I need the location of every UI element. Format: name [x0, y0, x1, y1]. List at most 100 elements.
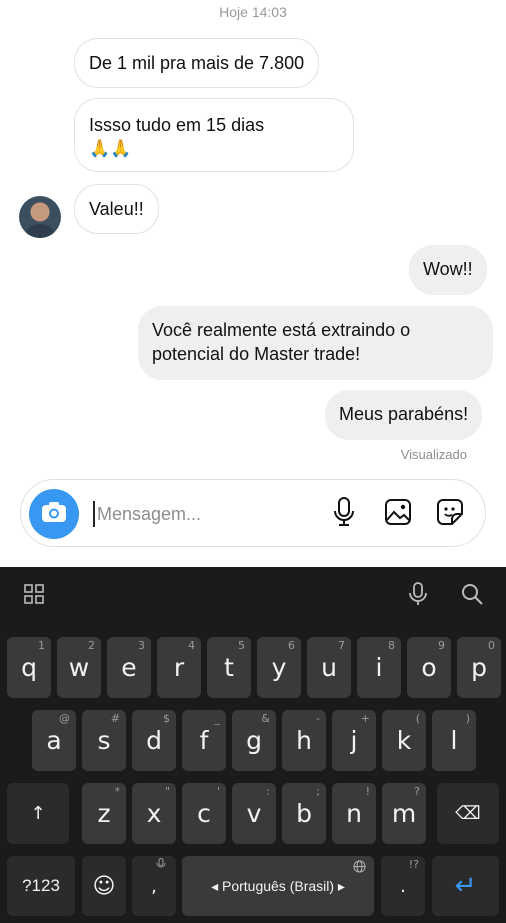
key-label: m [391, 799, 417, 828]
key-c[interactable]: ' c [182, 783, 226, 844]
sender-avatar[interactable] [19, 196, 61, 238]
key-hint: + [360, 712, 370, 725]
key-n[interactable]: ! n [332, 783, 376, 844]
key-q[interactable]: 1q [7, 637, 51, 698]
microphone-icon [333, 496, 355, 532]
gallery-button[interactable] [383, 498, 413, 529]
key-label: t [224, 653, 234, 682]
message-bubble-received[interactable]: Valeu!! [74, 184, 159, 234]
key-w[interactable]: 2w [57, 637, 101, 698]
key-label: q [21, 653, 37, 682]
key-u[interactable]: 7u [307, 637, 351, 698]
microphone-button[interactable] [329, 496, 359, 532]
key-f[interactable]: _ f [182, 710, 226, 771]
key-hint: @ [59, 712, 70, 725]
key-r[interactable]: 4r [157, 637, 201, 698]
key-hint: 3 [138, 639, 145, 652]
comma-label: , [151, 875, 157, 897]
key-l[interactable]: ) l [432, 710, 476, 771]
key-g[interactable]: & g [232, 710, 276, 771]
key-m[interactable]: ? m [382, 783, 426, 844]
space-key[interactable]: ◂ Português (Brasil) ▸ [182, 856, 374, 916]
shift-key[interactable]: ↑ [7, 783, 69, 844]
key-hint: 0 [488, 639, 495, 652]
text-caret [93, 501, 95, 527]
key-hint: " [164, 785, 170, 798]
emoji-key[interactable]: ☺ [82, 856, 126, 916]
key-s[interactable]: # s [82, 710, 126, 771]
chat-timestamp: Hoje 14:03 [219, 4, 287, 20]
key-hint: - [316, 712, 320, 725]
key-p[interactable]: 0p [457, 637, 501, 698]
message-text: Issso tudo em 15 dias [89, 115, 265, 135]
key-v[interactable]: :v [232, 783, 276, 844]
key-t[interactable]: 5t [207, 637, 251, 698]
key-y[interactable]: 6y [257, 637, 301, 698]
message-bubble-received[interactable]: Issso tudo em 15 dias 🙏🙏 [74, 98, 354, 172]
apps-grid-button[interactable] [22, 583, 46, 609]
grid-icon [24, 583, 44, 609]
voice-input-button[interactable] [406, 581, 430, 611]
sticker-button[interactable] [435, 498, 465, 529]
key-label: e [121, 653, 137, 682]
key-hint: 8 [388, 639, 395, 652]
key-label: s [97, 726, 111, 755]
key-e[interactable]: 3e [107, 637, 151, 698]
message-text-line: Você realmente está extraindo o [152, 320, 411, 340]
symbols-key-label: ?123 [22, 876, 60, 895]
key-k[interactable]: (k [382, 710, 426, 771]
key-i[interactable]: 8i [357, 637, 401, 698]
message-bubble-sent[interactable]: Meus parabéns! [325, 390, 483, 440]
key-label: d [146, 726, 162, 755]
message-bubble-sent[interactable]: Wow!! [409, 245, 487, 295]
key-label: g [246, 726, 262, 755]
key-label: v [246, 799, 262, 828]
seen-status: Visualizado [400, 447, 467, 462]
enter-icon: ↵ [454, 871, 477, 901]
message-bubble-received[interactable]: De 1 mil pra mais de 7.800 [74, 38, 320, 88]
key-label: h [296, 726, 312, 755]
camera-button[interactable] [29, 489, 79, 539]
key-hint: & [261, 712, 270, 725]
key-label: c [197, 799, 211, 828]
key-label: f [199, 726, 209, 755]
key-hint: 1 [38, 639, 45, 652]
globe-icon [353, 860, 366, 876]
emoji-icon: ☺ [92, 873, 116, 899]
key-hint: ? [414, 785, 420, 798]
key-a[interactable]: @ a [32, 710, 76, 771]
symbols-key[interactable]: ?123 [7, 856, 75, 916]
key-hint: ! [365, 785, 370, 798]
message-bubble-sent[interactable]: Você realmente está extraindo o potencia… [138, 306, 493, 380]
key-hint: : [266, 785, 270, 798]
shift-icon: ↑ [30, 803, 46, 824]
enter-key[interactable]: ↵ [432, 856, 499, 916]
message-text: Meus parabéns! [339, 404, 469, 424]
period-key[interactable]: !? . [381, 856, 425, 916]
keyboard-search-button[interactable] [460, 583, 484, 608]
microphone-icon [408, 581, 428, 611]
key-z[interactable]: * z [82, 783, 126, 844]
key-h[interactable]: -h [282, 710, 326, 771]
key-hint: 6 [288, 639, 295, 652]
message-input[interactable] [97, 496, 317, 532]
key-label: x [146, 799, 162, 828]
key-hint: * [114, 785, 121, 798]
message-text: 🙏🙏 [89, 139, 132, 159]
key-hint: $ [163, 712, 170, 725]
period-hint: !? [408, 858, 419, 871]
comma-key[interactable]: , [132, 856, 176, 916]
key-o[interactable]: 9o [407, 637, 451, 698]
period-label: . [400, 875, 406, 897]
key-label: w [68, 653, 90, 682]
key-hint: ; [316, 785, 320, 798]
key-hint: 2 [88, 639, 95, 652]
key-x[interactable]: " x [132, 783, 176, 844]
key-j[interactable]: + j [332, 710, 376, 771]
key-b[interactable]: ; b [282, 783, 326, 844]
key-hint: 9 [438, 639, 445, 652]
keyboard: 1q2w3e4r5t6y7u8i9o0p @ a # s $ d _ f & g - h + j(k) l … [0, 567, 506, 923]
key-d[interactable]: $ d [132, 710, 176, 771]
key-label: l [450, 726, 458, 755]
backspace-key[interactable]: ⌫ [437, 783, 499, 844]
